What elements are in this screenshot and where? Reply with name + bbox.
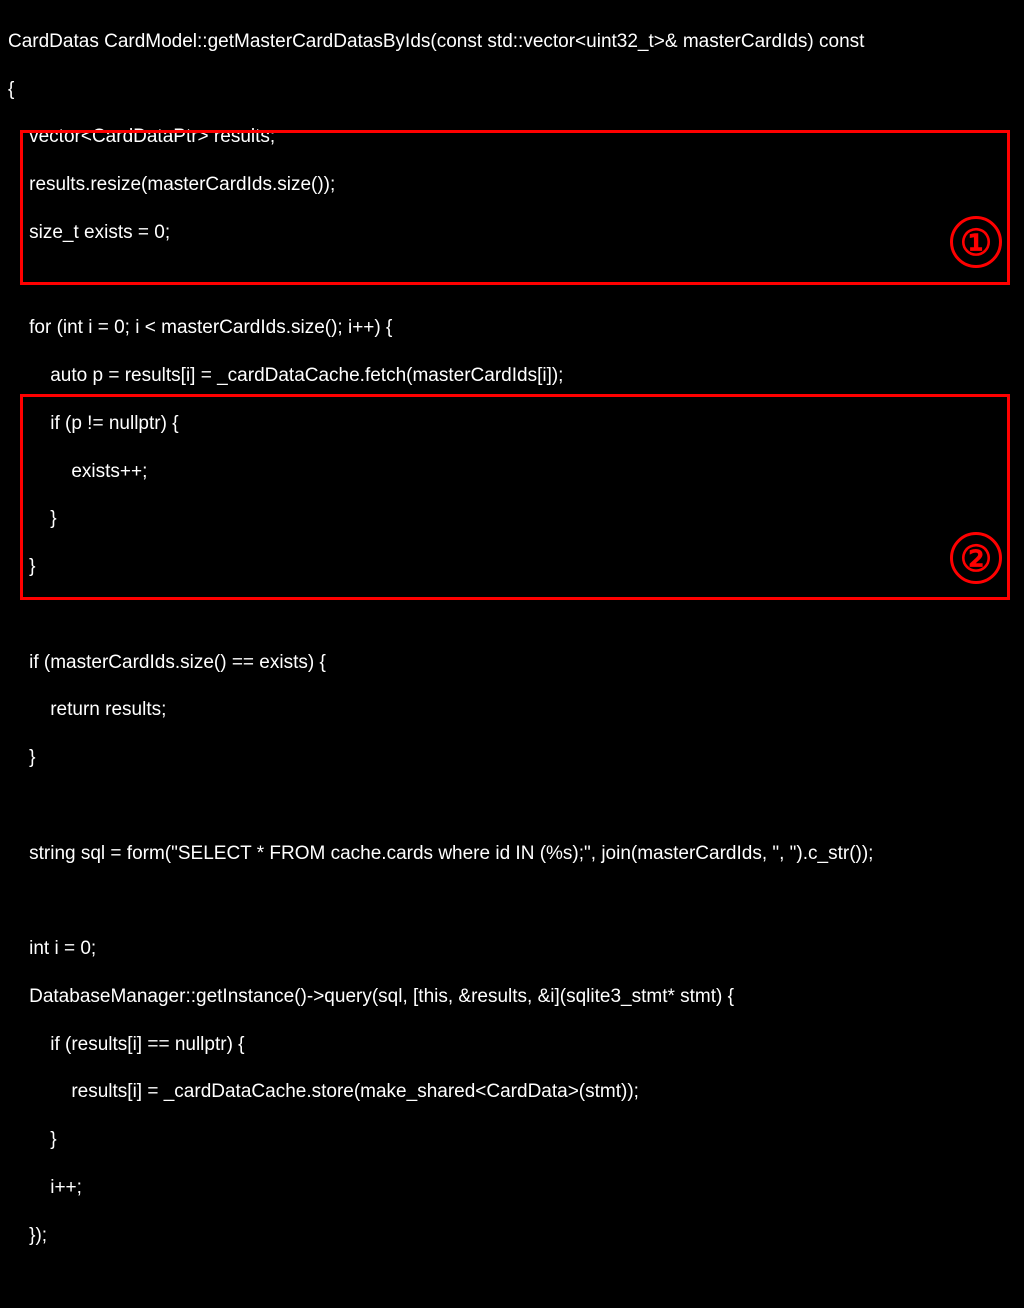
code-line: size_t exists = 0;: [8, 221, 1016, 245]
code-line: [8, 794, 1016, 818]
code-line: auto p = results[i] = _cardDataCache.fet…: [8, 364, 1016, 388]
code-line: exists++;: [8, 460, 1016, 484]
code-line: vector<CardDataPtr> results;: [8, 125, 1016, 149]
annotation-badge-2: ②: [950, 532, 1002, 584]
annotation-badge-1: ①: [950, 216, 1002, 268]
code-line: results.resize(masterCardIds.size());: [8, 173, 1016, 197]
code-line: [8, 603, 1016, 627]
code-line: string sql = form("SELECT * FROM cache.c…: [8, 842, 1016, 866]
code-line: [8, 1271, 1016, 1295]
code-line: for (int i = 0; i < masterCardIds.size()…: [8, 316, 1016, 340]
code-line: if (results[i] == nullptr) {: [8, 1033, 1016, 1057]
code-line: }: [8, 507, 1016, 531]
code-line: return results;: [8, 698, 1016, 722]
code-line: });: [8, 1224, 1016, 1248]
code-line: results[i] = _cardDataCache.store(make_s…: [8, 1080, 1016, 1104]
code-line: {: [8, 78, 1016, 102]
code-block: CardDatas CardModel::getMasterCardDatasB…: [0, 0, 1024, 1308]
code-line: }: [8, 555, 1016, 579]
code-line: if (p != nullptr) {: [8, 412, 1016, 436]
code-line: }: [8, 746, 1016, 770]
code-line: if (masterCardIds.size() == exists) {: [8, 651, 1016, 675]
code-line: }: [8, 1128, 1016, 1152]
code-line: i++;: [8, 1176, 1016, 1200]
code-line: CardDatas CardModel::getMasterCardDatasB…: [8, 30, 1016, 54]
code-line: [8, 269, 1016, 293]
code-line: DatabaseManager::getInstance()->query(sq…: [8, 985, 1016, 1009]
code-line: int i = 0;: [8, 937, 1016, 961]
code-line: [8, 889, 1016, 913]
